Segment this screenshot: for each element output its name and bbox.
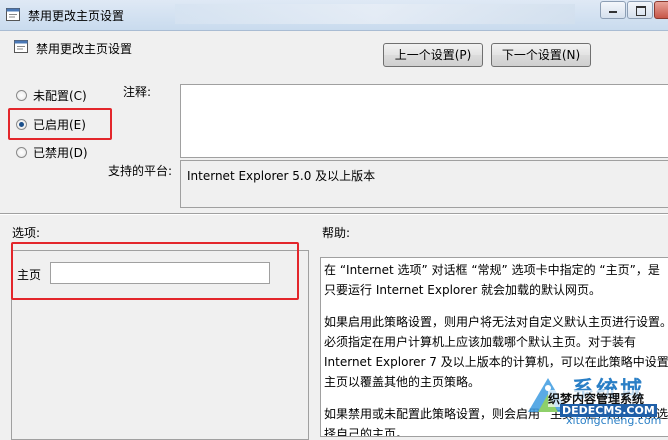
next-setting-button[interactable]: 下一个设置(N) <box>491 43 591 67</box>
radio-circle[interactable] <box>16 89 27 101</box>
comment-label: 注释: <box>123 85 152 99</box>
radio-label: 已禁用(D) <box>33 145 88 160</box>
section-divider <box>0 213 668 215</box>
comment-textarea[interactable] <box>180 84 668 158</box>
radio-circle[interactable] <box>16 146 27 158</box>
supported-platform-label: 支持的平台: <box>108 164 173 178</box>
watermark: 系统城 织梦内容管理系统 DEDECMS.COM xitongcheng.com <box>520 372 668 427</box>
options-label: 选项: <box>12 226 41 240</box>
window-title: 禁用更改主页设置 <box>28 9 125 23</box>
help-paragraph: 在 “Internet 选项” 对话框 “常规” 选项卡中指定的 “主页”，是 … <box>324 263 660 297</box>
policy-title: 禁用更改主页设置 <box>36 42 133 56</box>
highlight-box-home-page <box>11 242 299 300</box>
radio-disabled[interactable]: 已禁用(D) <box>16 144 88 160</box>
highlight-box-enabled <box>8 108 112 140</box>
watermark-line3: xitongcheng.com <box>566 414 662 427</box>
help-label: 帮助: <box>322 226 351 240</box>
radio-not-configured[interactable]: 未配置(C) <box>16 87 87 103</box>
policy-setting-icon <box>14 40 28 53</box>
close-button[interactable] <box>654 1 668 19</box>
policy-icon <box>6 8 20 21</box>
maximize-button[interactable] <box>627 1 653 19</box>
previous-setting-button[interactable]: 上一个设置(P) <box>383 43 483 67</box>
supported-platform-value: Internet Explorer 5.0 及以上版本 <box>180 160 668 208</box>
minimize-button[interactable] <box>600 1 626 19</box>
radio-label: 未配置(C) <box>33 88 87 103</box>
title-bar: 禁用更改主页设置 <box>0 0 668 31</box>
